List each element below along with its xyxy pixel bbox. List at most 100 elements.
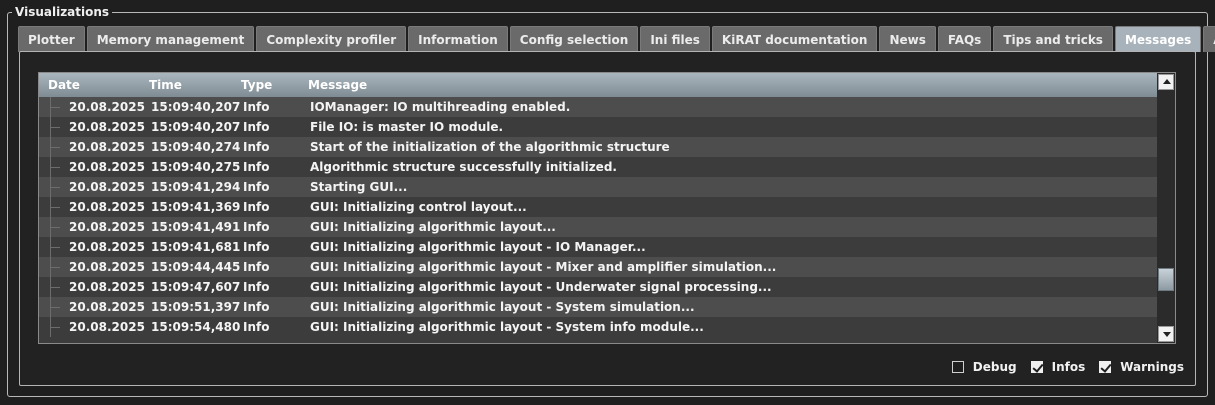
cell-type: Info — [243, 140, 270, 154]
tab-messages[interactable]: Messages — [1114, 26, 1202, 52]
cell-type: Info — [243, 120, 270, 134]
cell-date: 20.08.2025 — [69, 140, 145, 154]
scroll-down-button[interactable] — [1158, 326, 1174, 342]
tab-information[interactable]: Information — [408, 26, 508, 52]
tree-branch — [50, 147, 60, 148]
cell-time: 15:09:41,491 — [151, 220, 241, 234]
tree-branch — [50, 287, 60, 288]
cell-type: Info — [243, 320, 270, 334]
table-row[interactable]: 20.08.2025 15:09:40,207 Info File IO: is ma… — [39, 117, 1157, 137]
table-row[interactable]: 20.08.2025 15:09:40,275 Info Algorithmic st… — [39, 157, 1157, 177]
triangle-down-icon — [1163, 332, 1171, 337]
vertical-scrollbar[interactable] — [1157, 73, 1175, 343]
tree-branch — [50, 187, 60, 188]
table-row[interactable]: 20.08.2025 15:09:40,207 Info IOManager: IO … — [39, 97, 1157, 117]
infos-checkbox[interactable] — [1030, 361, 1043, 373]
tree-branch — [50, 307, 60, 308]
cell-date: 20.08.2025 — [69, 100, 145, 114]
infos-label: Infos — [1051, 360, 1086, 374]
scrollbar-thumb[interactable] — [1158, 268, 1174, 291]
table-row[interactable]: 20.08.2025 15:09:54,480 Info GUI: Initializ… — [39, 317, 1157, 337]
cell-time: 15:09:54,480 — [151, 320, 241, 334]
cell-date: 20.08.2025 — [69, 280, 145, 294]
filter-infos[interactable]: Infos — [1030, 360, 1086, 374]
cell-message: Start of the initialization of the algor… — [310, 140, 670, 154]
table-row[interactable]: 20.08.2025 15:09:41,369 Info GUI: Initializ… — [39, 197, 1157, 217]
cell-message: GUI: Initializing control layout... — [310, 200, 527, 214]
triangle-up-icon — [1163, 79, 1171, 84]
cell-date: 20.08.2025 — [69, 200, 145, 214]
cell-time: 15:09:51,397 — [151, 300, 241, 314]
messages-table: Date Time Type Message 20.08.2025 15:09:4… — [38, 72, 1176, 344]
table-row[interactable]: 20.08.2025 15:09:44,445 Info GUI: Initializ… — [39, 257, 1157, 277]
warnings-label: Warnings — [1120, 360, 1184, 374]
table-body: 20.08.2025 15:09:40,207 Info IOManager: IO … — [39, 97, 1157, 337]
table-row[interactable]: 20.08.2025 15:09:47,607 Info GUI: Initializ… — [39, 277, 1157, 297]
cell-date: 20.08.2025 — [69, 180, 145, 194]
table-row[interactable]: 20.08.2025 15:09:41,491 Info GUI: Initializ… — [39, 217, 1157, 237]
tab-complexity-profiler[interactable]: Complexity profiler — [256, 26, 407, 52]
tab-bar: Plotter Memory management Complexity profi… — [18, 26, 1215, 52]
tab-memory-management[interactable]: Memory management — [86, 26, 255, 52]
cell-message: GUI: Initializing algorithmic layout - M… — [310, 260, 777, 274]
cell-time: 15:09:40,207 — [151, 100, 241, 114]
tree-branch — [50, 327, 60, 328]
tree-branch — [50, 127, 60, 128]
cell-time: 15:09:41,294 — [151, 180, 241, 194]
cell-type: Info — [243, 260, 270, 274]
tab-news[interactable]: News — [879, 26, 936, 52]
table-header: Date Time Type Message — [39, 73, 1157, 97]
debug-checkbox[interactable] — [951, 361, 964, 373]
column-header-type[interactable]: Type — [241, 78, 272, 92]
debug-label: Debug — [972, 360, 1017, 374]
cell-type: Info — [243, 160, 270, 174]
cell-date: 20.08.2025 — [69, 260, 145, 274]
cell-time: 15:09:40,274 — [151, 140, 241, 154]
column-header-time[interactable]: Time — [149, 78, 182, 92]
cell-time: 15:09:40,275 — [151, 160, 241, 174]
table-row[interactable]: 20.08.2025 15:09:51,397 Info GUI: Initializ… — [39, 297, 1157, 317]
table-row[interactable]: 20.08.2025 15:09:41,681 Info GUI: Initializ… — [39, 237, 1157, 257]
tab-config-selection[interactable]: Config selection — [509, 26, 639, 52]
cell-type: Info — [243, 180, 270, 194]
cell-date: 20.08.2025 — [69, 240, 145, 254]
cell-message: Algorithmic structure successfully initi… — [310, 160, 617, 174]
tab-faqs[interactable]: FAQs — [937, 26, 992, 52]
tree-branch — [50, 207, 60, 208]
column-header-message[interactable]: Message — [308, 78, 367, 92]
cell-date: 20.08.2025 — [69, 300, 145, 314]
filter-debug[interactable]: Debug — [951, 360, 1017, 374]
cell-time: 15:09:41,369 — [151, 200, 241, 214]
cell-type: Info — [243, 200, 270, 214]
tree-branch — [50, 227, 60, 228]
cell-message: Starting GUI... — [310, 180, 408, 194]
table-row[interactable]: 20.08.2025 15:09:41,294 Info Starting GUI..… — [39, 177, 1157, 197]
filter-warnings[interactable]: Warnings — [1099, 360, 1184, 374]
cell-type: Info — [243, 240, 270, 254]
warnings-checkbox[interactable] — [1099, 361, 1112, 373]
scroll-up-button[interactable] — [1158, 74, 1174, 90]
group-title: Visualizations — [12, 5, 113, 19]
tab-kirat-documentation[interactable]: KiRAT documentation — [711, 26, 878, 52]
tab-ini-files[interactable]: Ini files — [640, 26, 710, 52]
cell-message: GUI: Initializing algorithmic layout - I… — [310, 240, 646, 254]
cell-date: 20.08.2025 — [69, 160, 145, 174]
message-filters: Debug Infos Warnings — [938, 360, 1184, 374]
tab-plotter[interactable]: Plotter — [18, 26, 85, 52]
cell-type: Info — [243, 280, 270, 294]
tab-about[interactable]: About — [1203, 26, 1215, 52]
table-row[interactable]: 20.08.2025 15:09:40,274 Info Start of the i… — [39, 137, 1157, 157]
column-header-date[interactable]: Date — [48, 78, 80, 92]
cell-time: 15:09:40,207 — [151, 120, 241, 134]
cell-time: 15:09:44,445 — [151, 260, 241, 274]
cell-time: 15:09:47,607 — [151, 280, 241, 294]
tree-branch — [50, 267, 60, 268]
cell-type: Info — [243, 220, 270, 234]
tree-branch — [50, 167, 60, 168]
tree-branch — [50, 247, 60, 248]
cell-message: IOManager: IO multihreading enabled. — [310, 100, 571, 114]
tab-tips-and-tricks[interactable]: Tips and tricks — [993, 26, 1113, 52]
cell-time: 15:09:41,681 — [151, 240, 241, 254]
cell-type: Info — [243, 300, 270, 314]
cell-date: 20.08.2025 — [69, 320, 145, 334]
